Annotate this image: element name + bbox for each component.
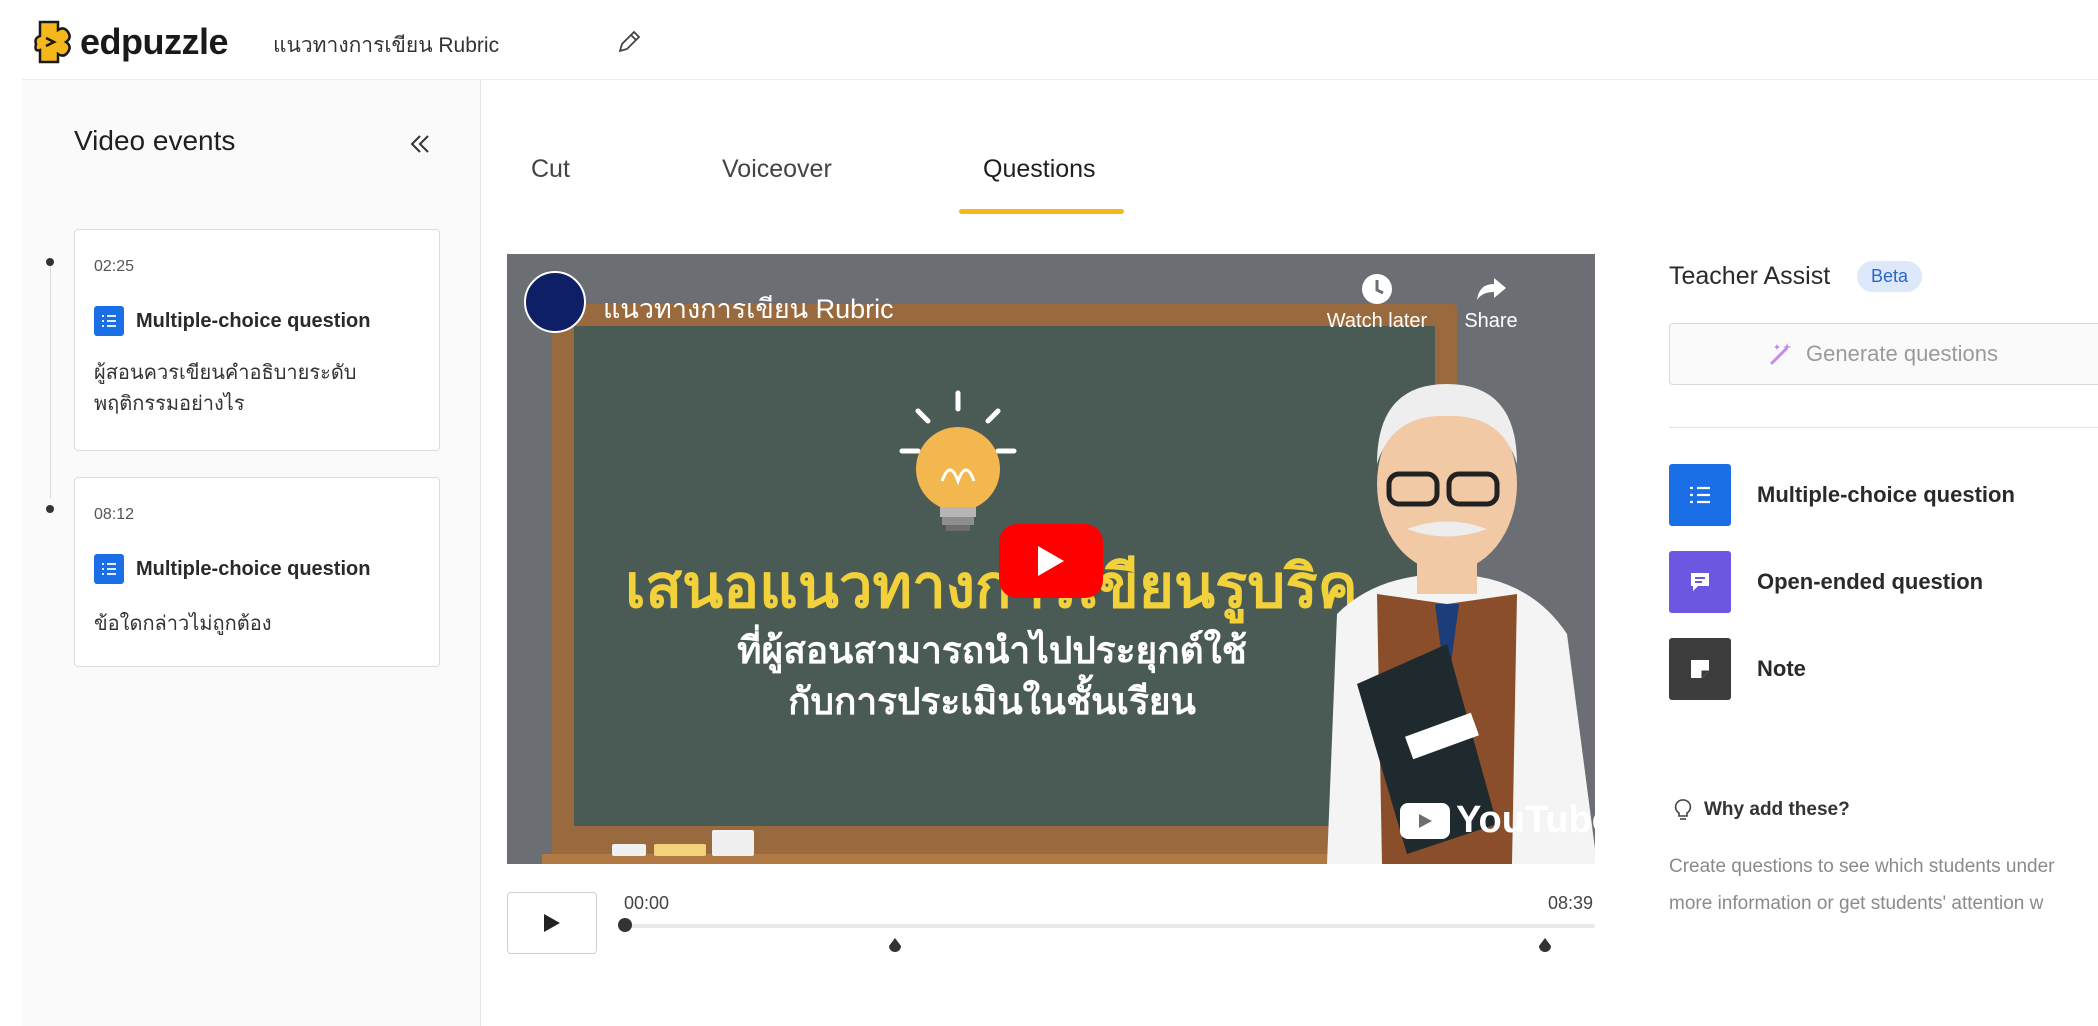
pencil-icon[interactable] bbox=[612, 25, 646, 59]
event-question-text: ข้อใดกล่าวไม่ถูกต้อง bbox=[94, 613, 272, 635]
event-type-label: Multiple-choice question bbox=[136, 309, 371, 332]
question-marker-icon[interactable] bbox=[888, 938, 902, 954]
question-type-label: Note bbox=[1757, 656, 1806, 681]
video-events-sidebar: Video events 02:25 Multiple-choice quest… bbox=[22, 80, 481, 1026]
active-tab-indicator bbox=[959, 209, 1124, 214]
event-time: 08:12 bbox=[94, 506, 135, 523]
tab-questions[interactable]: Questions bbox=[983, 155, 1096, 184]
seek-bar[interactable] bbox=[625, 924, 1595, 928]
tab-cut[interactable]: Cut bbox=[531, 155, 570, 184]
share-label: Share bbox=[1464, 310, 1518, 332]
watch-later-button[interactable]: Watch later bbox=[1322, 272, 1432, 333]
share-button[interactable]: Share bbox=[1451, 272, 1531, 333]
duration: 08:39 bbox=[1548, 893, 1594, 913]
current-time: 00:00 bbox=[624, 893, 670, 913]
chalk bbox=[654, 844, 706, 856]
video-title: แนวทางการเขียน Rubric bbox=[273, 34, 500, 57]
info-line: Create questions to see which students u… bbox=[1669, 856, 2055, 877]
eraser bbox=[712, 830, 754, 856]
timeline-dot bbox=[46, 258, 54, 266]
edpuzzle-logo[interactable]: edpuzzle bbox=[34, 18, 229, 66]
brand-name: edpuzzle bbox=[80, 21, 229, 62]
play-icon bbox=[1038, 546, 1064, 576]
timeline-dot bbox=[46, 505, 54, 513]
why-add-these-body: Create questions to see which students u… bbox=[1669, 848, 2098, 922]
event-type: Multiple-choice question bbox=[94, 306, 370, 336]
list-icon bbox=[94, 554, 124, 584]
list-icon bbox=[94, 306, 124, 336]
lightbulb-icon bbox=[899, 390, 1017, 531]
divider bbox=[1669, 427, 2098, 428]
share-icon bbox=[1477, 278, 1506, 300]
youtube-logo[interactable]: YouTube bbox=[1400, 799, 1595, 842]
channel-avatar[interactable] bbox=[524, 271, 586, 333]
app-window: edpuzzle แนวทางการเขียน Rubric Video eve… bbox=[22, 13, 2098, 1026]
generate-questions-label: Generate questions bbox=[1806, 341, 1999, 366]
teacher-assist-title: Teacher Assist bbox=[1669, 262, 1831, 290]
timeline-line bbox=[50, 258, 51, 498]
top-header: edpuzzle แนวทางการเขียน Rubric bbox=[22, 13, 2098, 80]
add-note-button[interactable]: Note bbox=[1669, 638, 1806, 700]
event-type: Multiple-choice question bbox=[94, 554, 370, 584]
question-type-label: Multiple-choice question bbox=[1757, 482, 2015, 507]
comment-icon bbox=[1669, 551, 1731, 613]
question-type-label: Open-ended question bbox=[1757, 569, 1984, 594]
chalk bbox=[612, 844, 646, 856]
youtube-play-icon bbox=[1400, 802, 1450, 839]
tab-voiceover[interactable]: Voiceover bbox=[722, 155, 832, 184]
youtube-wordmark: YouTube bbox=[1456, 799, 1595, 841]
add-open-ended-button[interactable]: Open-ended question bbox=[1669, 551, 1983, 613]
clock-icon bbox=[1362, 274, 1392, 304]
add-multiple-choice-button[interactable]: Multiple-choice question bbox=[1669, 464, 2015, 526]
note-icon bbox=[1669, 638, 1731, 700]
list-icon bbox=[1669, 464, 1731, 526]
video-subline: กับการประเมินในชั้นเรียน bbox=[788, 681, 1196, 722]
lightbulb-icon bbox=[1674, 799, 1692, 820]
video-headline: เสนอแนวทางการเขียนรูบริค bbox=[625, 553, 1358, 620]
collapse-sidebar-button[interactable] bbox=[400, 124, 440, 164]
seek-handle[interactable] bbox=[618, 918, 632, 932]
why-add-these-label: Why add these? bbox=[1704, 799, 1850, 820]
magic-wand-icon bbox=[1770, 343, 1791, 365]
event-card[interactable]: 02:25 Multiple-choice question ผู้สอนควร… bbox=[74, 229, 440, 451]
teacher-illustration bbox=[1327, 384, 1595, 864]
play-icon bbox=[544, 914, 560, 932]
question-marker-icon[interactable] bbox=[1538, 938, 1552, 954]
sidebar-title: Video events bbox=[74, 125, 236, 156]
event-type-label: Multiple-choice question bbox=[136, 557, 371, 580]
youtube-video-title[interactable]: แนวทางการเขียน Rubric bbox=[603, 287, 894, 330]
event-card[interactable]: 08:12 Multiple-choice question ข้อใดกล่า… bbox=[74, 477, 440, 667]
why-add-these-heading: Why add these? bbox=[1674, 799, 1850, 821]
info-line: more information or get students' attent… bbox=[1669, 893, 2044, 914]
video-player[interactable]: แนวทางการเขียน Rubric Watch later Share … bbox=[507, 254, 1595, 864]
youtube-play-button[interactable] bbox=[999, 524, 1103, 598]
watch-later-label: Watch later bbox=[1326, 310, 1428, 332]
puzzle-logo-icon bbox=[34, 20, 71, 64]
double-chevron-left-icon bbox=[410, 135, 429, 153]
generate-questions-button[interactable]: Generate questions bbox=[1669, 323, 2098, 385]
event-question-text: ผู้สอนควรเขียนคำอธิบายระดับพฤติกรรมอย่าง… bbox=[94, 362, 357, 415]
play-button[interactable] bbox=[507, 892, 597, 954]
event-time: 02:25 bbox=[94, 258, 135, 275]
beta-badge: Beta bbox=[1857, 261, 1923, 292]
